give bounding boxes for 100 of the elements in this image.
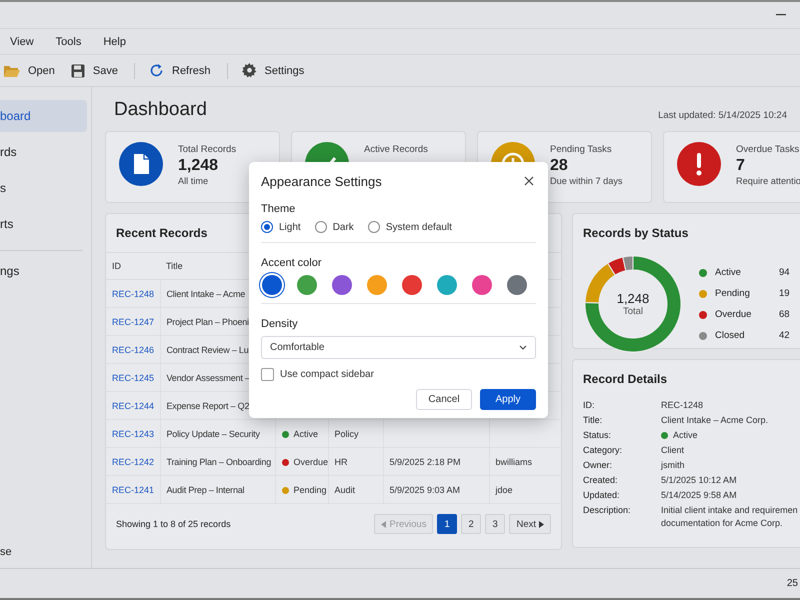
table-cell: Project Plan – Phoeni (166, 316, 249, 326)
color-swatch[interactable] (437, 275, 457, 295)
density-dropdown[interactable]: Comfortable (261, 336, 536, 359)
sidebar-item[interactable]: rds (0, 136, 87, 168)
save-icon (70, 64, 85, 78)
records-summary: Showing 1 to 8 of 25 records (116, 519, 231, 529)
record-link[interactable]: REC-1247 (112, 316, 154, 326)
field-value: REC-1248 (661, 400, 704, 410)
status-cell: Active (282, 428, 318, 438)
record-link[interactable]: REC-1244 (112, 400, 154, 410)
legend-label: Overdue (715, 309, 752, 320)
table-cell: 5/9/2025 2:18 PM (390, 456, 461, 466)
field-value: Initial client intake and requiremen (661, 505, 799, 515)
compact-checkbox[interactable]: Use compact sidebar (261, 368, 374, 381)
record-link[interactable]: REC-1243 (112, 428, 154, 438)
toolbar-button[interactable]: Save (70, 60, 126, 82)
color-swatch[interactable] (402, 275, 422, 295)
field-value: 5/1/2025 10:12 AM (661, 475, 738, 485)
legend-value: 19 (779, 288, 791, 299)
field-value: 5/14/2025 9:58 AM (661, 490, 738, 500)
theme-radio[interactable]: System default (368, 221, 452, 233)
page-button[interactable]: 2 (461, 514, 482, 534)
table-cell: Policy Update – Security (166, 428, 260, 438)
legend-value: 94 (779, 267, 791, 278)
color-swatch[interactable] (297, 275, 317, 295)
status-text: 25 (786, 578, 798, 589)
last-updated: Last updated: 5/14/2025 10:24 (658, 110, 787, 121)
sidebar-item[interactable]: rts (0, 208, 87, 240)
panel-title: Records by Status (583, 226, 688, 240)
stat-value: 7 (736, 157, 746, 175)
page-button[interactable]: 3 (485, 514, 506, 534)
menu-item[interactable]: Help (103, 36, 126, 48)
table-cell: Policy (334, 428, 359, 438)
menu-item[interactable]: Tools (56, 36, 82, 48)
color-swatch[interactable] (507, 275, 527, 295)
toolbar-button[interactable]: Refresh (149, 59, 219, 82)
panel-title: Record Details (583, 372, 668, 386)
record-link[interactable]: REC-1248 (112, 288, 154, 298)
chevron-icon (519, 345, 527, 350)
color-swatch[interactable] (262, 275, 282, 295)
field-label: Title: (583, 415, 604, 425)
stat-note: All time (178, 176, 210, 186)
theme-radio[interactable]: Dark (314, 221, 354, 233)
color-swatch[interactable] (367, 275, 387, 295)
table-cell: Training Plan – Onboarding (166, 456, 272, 466)
page-button[interactable]: 1 (437, 514, 458, 534)
stat-value: 1,248 (178, 157, 220, 175)
donut-total: 1,248 (616, 291, 650, 306)
dialog-title: Appearance Settings (261, 173, 382, 189)
status-cell: Overdue (282, 456, 328, 466)
refresh-icon (149, 63, 164, 78)
field-value: Client Intake – Acme Corp. (661, 415, 770, 425)
caret-icon (539, 520, 544, 528)
sidebar-item[interactable]: se (0, 546, 12, 558)
record-link[interactable]: REC-1242 (112, 456, 154, 466)
toolbar-button[interactable]: Open (3, 60, 63, 82)
menu-item[interactable]: View (10, 36, 34, 48)
section-label: Theme (261, 203, 296, 215)
sidebar-item[interactable]: board (0, 100, 87, 132)
field-label: Created: (583, 475, 619, 485)
caret-icon (381, 520, 386, 528)
column-header[interactable]: ID (106, 252, 160, 280)
legend-label: Pending (715, 288, 751, 299)
folder-icon (3, 64, 20, 78)
close-button[interactable] (522, 174, 536, 188)
legend-value: 68 (779, 309, 791, 320)
stat-value: 28 (550, 157, 569, 175)
close-icon (524, 176, 534, 186)
color-swatch[interactable] (332, 275, 352, 295)
field-value: Client (661, 445, 686, 455)
apply-button[interactable]: Apply (480, 389, 536, 410)
section-label: Density (261, 318, 299, 330)
table-cell: Audit (334, 484, 356, 494)
toolbar-button[interactable]: Settings (242, 59, 312, 82)
sidebar-item[interactable]: s (0, 172, 87, 204)
page-title: Dashboard (113, 99, 207, 121)
record-link[interactable]: REC-1245 (112, 372, 154, 382)
table-cell: bwilliams (496, 456, 532, 466)
minimize-icon[interactable] (776, 14, 786, 16)
cancel-button[interactable]: Cancel (416, 389, 472, 410)
panel-title: Recent Records (116, 226, 208, 240)
field-label: Owner: (583, 460, 614, 470)
sidebar-item[interactable]: ngs (0, 255, 87, 287)
field-value: jsmith (661, 460, 686, 470)
donut-label: Total (622, 306, 644, 317)
record-link[interactable]: REC-1246 (112, 344, 154, 354)
table-cell: Expense Report – Q2 (166, 400, 250, 410)
field-label: ID: (583, 400, 596, 410)
field-label: Description: (583, 505, 632, 517)
record-link[interactable]: REC-1241 (112, 484, 154, 494)
table-cell: jdoe (496, 484, 513, 494)
table-cell: 5/9/2025 9:03 AM (390, 484, 460, 494)
stat-label: Pending Tasks (550, 143, 613, 155)
next-button[interactable]: Next (509, 514, 551, 534)
table-cell: Client Intake – Acme (166, 288, 246, 298)
color-swatch[interactable] (472, 275, 492, 295)
field-label: Category: (583, 445, 624, 455)
field-value: documentation for Acme Corp. (661, 518, 784, 528)
theme-radio[interactable]: Light (261, 221, 301, 233)
table-cell: HR (334, 456, 348, 466)
